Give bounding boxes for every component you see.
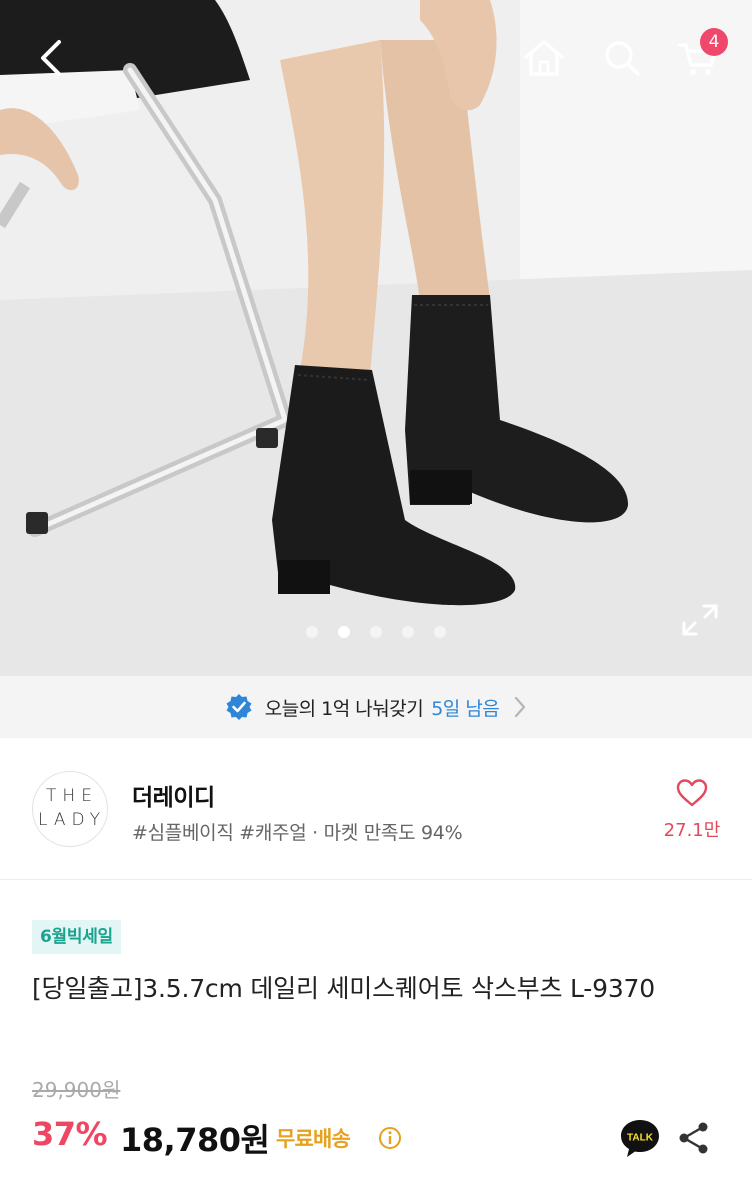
search-icon — [605, 41, 640, 76]
back-button[interactable] — [24, 30, 80, 86]
carousel-dot-active[interactable] — [338, 626, 350, 638]
store-info: THE LADY 더레이디 #심플베이직 #캐주얼 · 마켓 만족도 94% 2… — [0, 738, 752, 880]
verified-check-icon — [226, 694, 252, 720]
search-button[interactable] — [594, 30, 650, 86]
original-price: 29,900원 — [32, 1078, 121, 1102]
favorite-store-button[interactable]: 27.1만 — [660, 778, 724, 842]
expand-icon — [682, 604, 718, 636]
carousel-dot[interactable] — [306, 626, 318, 638]
talk-bubble-icon: TALK — [621, 1120, 659, 1157]
share-icon — [679, 1122, 708, 1154]
chevron-right-icon — [515, 696, 526, 718]
daily-promo-banner[interactable]: 오늘의 1억 나눠갖기 5일 남음 — [0, 676, 752, 738]
favorite-count: 27.1만 — [663, 820, 721, 841]
promo-days-left: 5일 남음 — [431, 697, 500, 720]
carousel-pagination — [0, 626, 752, 640]
talk-button[interactable]: TALK — [618, 1116, 662, 1160]
cart-count-badge: 4 — [700, 28, 728, 56]
info-icon[interactable] — [378, 1126, 402, 1150]
product-photo — [0, 0, 752, 676]
store-logo-line2: LADY — [37, 810, 107, 830]
sale-badge: 6월빅세일 — [32, 920, 121, 954]
share-button[interactable] — [676, 1120, 712, 1156]
sale-price: 18,780원 — [120, 1121, 270, 1159]
heart-outline-icon — [676, 779, 708, 807]
carousel-dot[interactable] — [434, 626, 446, 638]
home-icon — [524, 40, 564, 76]
store-logo-line1: THE — [46, 786, 98, 806]
store-name[interactable]: 더레이디 — [132, 778, 215, 812]
chevron-left-icon — [41, 40, 61, 76]
discount-rate: 37% — [32, 1115, 108, 1153]
expand-image-button[interactable] — [680, 602, 720, 638]
carousel-dot[interactable] — [402, 626, 414, 638]
product-title: [당일출고]3.5.7cm 데일리 세미스퀘어토 삭스부츠 L-9370 — [32, 974, 655, 1003]
carousel-dot[interactable] — [370, 626, 382, 638]
free-shipping-label: 무료배송 — [276, 1127, 351, 1151]
home-button[interactable] — [516, 30, 572, 86]
promo-text: 오늘의 1억 나눠갖기 — [264, 697, 424, 720]
store-logo[interactable]: THE LADY — [32, 771, 108, 847]
product-image-carousel[interactable]: 4 — [0, 0, 752, 676]
talk-label: TALK — [627, 1133, 654, 1144]
store-tags: #심플베이직 #캐주얼 · 마켓 만족도 94% — [132, 822, 463, 844]
